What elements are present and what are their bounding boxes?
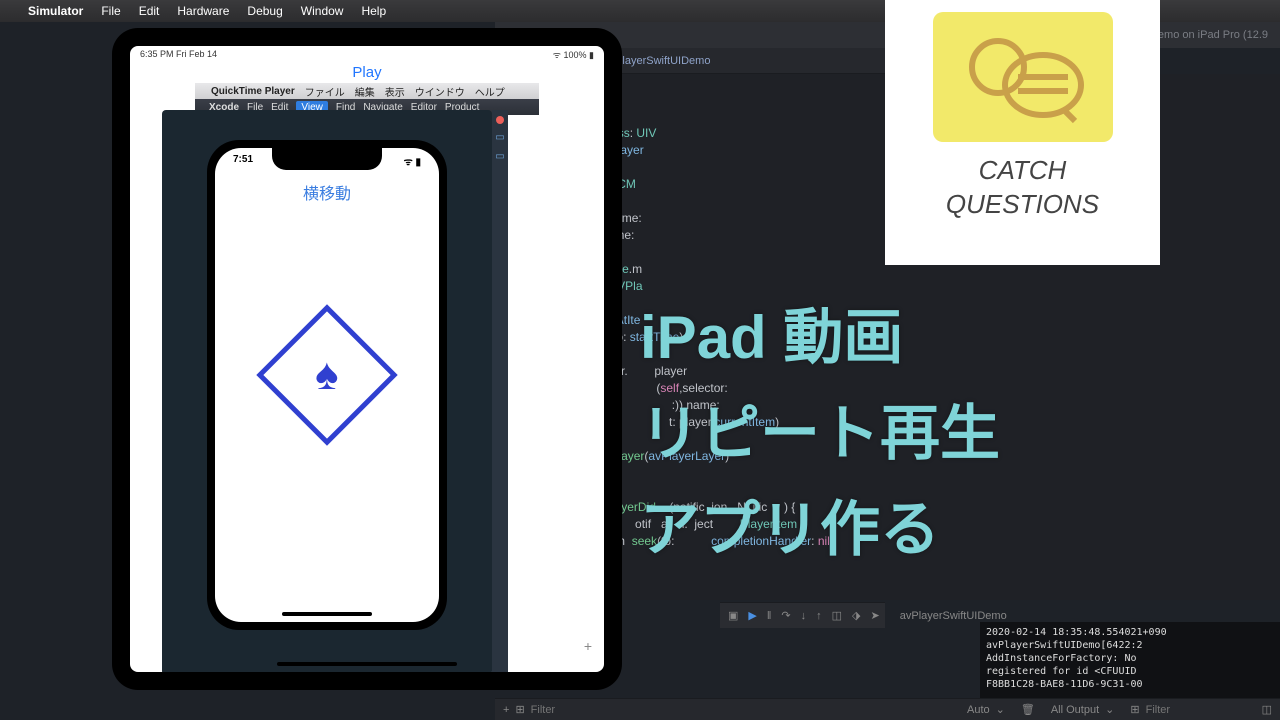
- iphone-device: 7:51 ᯤ ▮ 横移動 ♠: [207, 140, 447, 630]
- add-tab-icon[interactable]: +: [584, 638, 592, 654]
- menu-debug[interactable]: Debug: [247, 4, 282, 18]
- qt-menu-help[interactable]: ヘルプ: [475, 84, 505, 99]
- inspector-icon[interactable]: ▭: [495, 151, 504, 162]
- inner-simulator-window: 7:51 ᯤ ▮ 横移動 ♠: [162, 110, 492, 672]
- menu-hardware[interactable]: Hardware: [177, 4, 229, 18]
- catch-questions-logo: [933, 12, 1113, 142]
- inner-xcode-sidebar: ▭ ▭: [492, 110, 508, 672]
- iphone-time: 7:51: [233, 154, 253, 168]
- panel-toggle-icon[interactable]: ◫: [1262, 703, 1272, 716]
- menu-file[interactable]: File: [101, 4, 120, 18]
- qt-menu-file[interactable]: ファイル: [305, 84, 345, 99]
- view-debug-icon[interactable]: ◫: [832, 609, 842, 622]
- debug-console[interactable]: 2020-02-14 18:35:48.554021+090 avPlayerS…: [980, 622, 1280, 698]
- diamond-graphic: ♠: [256, 304, 397, 445]
- qt-menu-view[interactable]: 表示: [385, 84, 405, 99]
- ipad-simulator: 6:35 PM Fri Feb 14 ᯤ 100% ▮ Play QuickTi…: [112, 28, 622, 690]
- play-button[interactable]: Play: [130, 62, 604, 83]
- pause-icon[interactable]: ‖: [767, 610, 772, 622]
- qt-menu-edit[interactable]: 編集: [355, 84, 375, 99]
- memory-icon[interactable]: ⬗: [852, 609, 860, 622]
- qt-menu-window[interactable]: ウインドウ: [415, 84, 465, 99]
- debug-bar: ▣ ▶ ‖ ↷ ↓ ↑ ◫ ⬗ ➤ avPlayerSwiftUIDemo: [720, 602, 885, 628]
- menu-window[interactable]: Window: [301, 4, 344, 18]
- trash-icon[interactable]: 🗑: [1021, 703, 1035, 716]
- filter-input-right[interactable]: [1146, 704, 1246, 716]
- iphone-screen[interactable]: 7:51 ᯤ ▮ 横移動 ♠: [215, 148, 439, 622]
- debug-target: avPlayerSwiftUIDemo: [900, 610, 1007, 622]
- ipad-screen[interactable]: 6:35 PM Fri Feb 14 ᯤ 100% ▮ Play QuickTi…: [130, 46, 604, 672]
- filter-icon-right[interactable]: ⊞: [1130, 703, 1139, 716]
- ipad-home-indicator: [277, 662, 457, 666]
- overlay-line-3: アプリ作る: [640, 482, 1000, 578]
- spade-icon: ♠: [315, 350, 338, 400]
- step-out-icon[interactable]: ↑: [816, 610, 822, 622]
- qt-app[interactable]: QuickTime Player: [211, 86, 295, 97]
- step-over-icon[interactable]: ↷: [781, 609, 790, 622]
- menu-help[interactable]: Help: [361, 4, 386, 18]
- breakpoint-icon[interactable]: ▣: [728, 609, 738, 622]
- record-icon[interactable]: [496, 116, 504, 124]
- auto-label[interactable]: Auto: [967, 704, 990, 716]
- add-icon[interactable]: +: [503, 704, 509, 716]
- ipad-status-bar: 6:35 PM Fri Feb 14 ᯤ 100% ▮: [130, 46, 604, 62]
- ipad-time: 6:35 PM Fri Feb 14: [140, 49, 217, 59]
- menubar-app[interactable]: Simulator: [28, 4, 83, 18]
- title-overlay: iPad 動画 リピート再生 アプリ作る: [640, 290, 1000, 578]
- overlay-line-1: iPad 動画: [640, 290, 1000, 386]
- quicktime-menubar: QuickTime Player ファイル 編集 表示 ウインドウ ヘルプ: [195, 83, 539, 99]
- overlay-line-2: リピート再生: [640, 386, 1000, 482]
- iphone-notch: [272, 148, 382, 170]
- iphone-home-indicator: [282, 612, 372, 616]
- iphone-signal-icon: ᯤ ▮: [404, 154, 421, 168]
- logo-text: CATCHQUESTIONS: [946, 154, 1099, 222]
- menu-edit[interactable]: Edit: [139, 4, 160, 18]
- bottom-bar: +⊞ Auto⌄ 🗑 All Output⌄ ⊞ ◫: [495, 698, 1280, 720]
- output-selector[interactable]: All Output: [1051, 704, 1099, 716]
- continue-icon[interactable]: ▶: [748, 609, 756, 622]
- step-in-icon[interactable]: ↓: [801, 610, 807, 622]
- ipad-battery: ᯤ 100% ▮: [553, 48, 594, 61]
- folder-icon[interactable]: ▭: [495, 132, 504, 143]
- location-icon[interactable]: ➤: [871, 609, 880, 622]
- logo-card: CATCHQUESTIONS: [885, 0, 1160, 265]
- filter-icon[interactable]: ⊞: [515, 703, 524, 716]
- iphone-app-title: 横移動: [215, 180, 439, 204]
- filter-input-left[interactable]: [531, 704, 631, 716]
